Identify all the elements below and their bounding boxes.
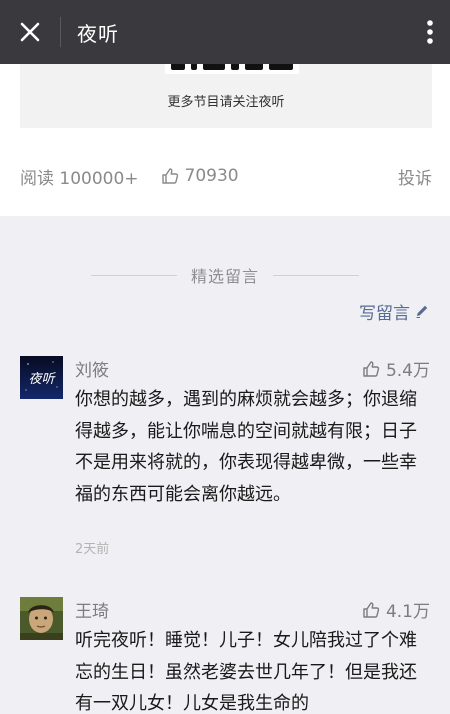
comments-section-title: 精选留言	[190, 267, 259, 286]
thumbs-up-icon	[363, 601, 380, 618]
close-icon	[20, 22, 40, 42]
write-comment-label: 写留言	[359, 303, 410, 324]
top-bar: 夜听	[0, 0, 450, 64]
report-link[interactable]: 投诉	[398, 164, 432, 189]
close-button[interactable]	[0, 0, 60, 64]
comment-like-count: 4.1万	[385, 602, 430, 622]
page-title: 夜听	[77, 21, 119, 46]
comment-time: 2天前	[75, 542, 110, 557]
comment-text: 听完夜听！睡觉！儿子！女儿陪我过了个难忘的生日！虽然老婆去世几年了！但是我还有一…	[75, 630, 417, 714]
comment-author[interactable]: 刘筱	[75, 356, 109, 381]
comments-section-header: 精选留言	[0, 262, 450, 288]
article-like-count: 70930	[184, 166, 239, 186]
avatar[interactable]: 夜听	[20, 356, 63, 399]
article-stats: 阅读 100000+ 70930 投诉	[20, 164, 432, 189]
comment-text: 你想的越多，遇到的麻烦就会越多；你退缩得越多，能让你喘息的空间就越有限；日子不是…	[75, 389, 417, 505]
avatar-text: 夜听	[28, 372, 56, 387]
promo-banner: 更多节目请关注夜听	[20, 64, 432, 128]
comment-author[interactable]: 王琦	[75, 597, 109, 622]
avatar[interactable]	[20, 597, 63, 640]
comment-like-button[interactable]: 4.1万	[362, 597, 430, 622]
qr-logo-fragment	[165, 64, 299, 74]
topbar-divider	[60, 17, 61, 47]
divider-line-left	[90, 274, 177, 276]
more-vertical-icon	[427, 20, 433, 44]
comment-like-button[interactable]: 5.4万	[362, 356, 430, 381]
comment-like-count: 5.4万	[385, 361, 430, 381]
read-count: 阅读 100000+	[20, 168, 139, 189]
more-button[interactable]	[410, 0, 450, 64]
pencil-icon	[416, 305, 428, 318]
write-comment-button[interactable]: 写留言	[359, 298, 430, 324]
thumbs-up-icon	[161, 168, 178, 184]
article-like-button[interactable]: 70930	[161, 166, 239, 186]
divider-line-right	[273, 274, 359, 276]
article-footer: 更多节目请关注夜听 阅读 100000+ 70930 投诉	[0, 64, 450, 216]
promo-text: 更多节目请关注夜听	[167, 95, 285, 110]
thumbs-up-icon	[363, 360, 380, 377]
